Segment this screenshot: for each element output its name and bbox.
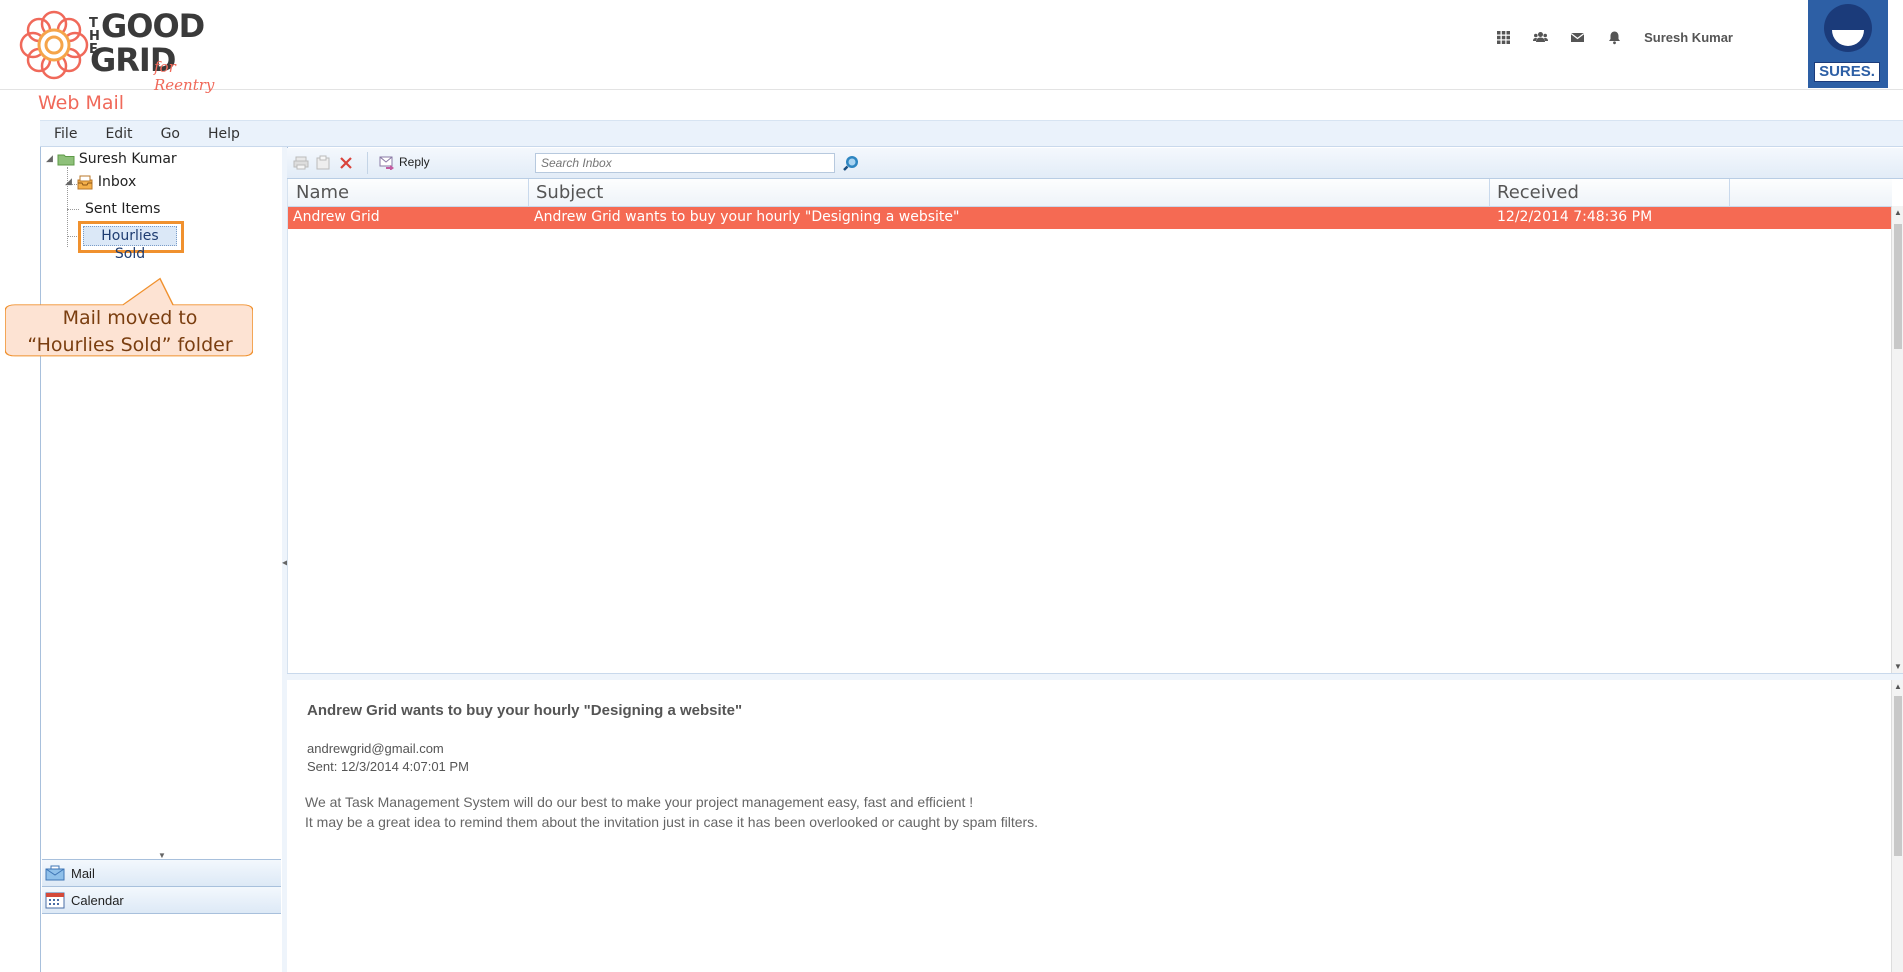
preview-body-line: It may be a great idea to remind them ab… [305,814,1039,830]
sunflower-logo-icon [19,10,89,80]
column-header-subject[interactable]: Subject [536,182,603,203]
search-icon[interactable] [842,154,860,172]
users-icon[interactable] [1533,30,1549,45]
callout-line1: Mail moved to [62,307,198,329]
column-header-name[interactable]: Name [296,182,349,203]
mail-toolbar: Reply [287,148,1903,179]
print-icon[interactable] [293,155,309,171]
menu-edit[interactable]: Edit [91,126,146,142]
scrollbar-thumb[interactable] [1894,696,1902,856]
column-separator[interactable] [528,179,529,206]
scroll-down-arrow-icon[interactable]: ▼ [1894,662,1902,671]
tree-label-sent-items: Sent Items [85,201,161,217]
message-list-scrollbar[interactable]: ▲ ▼ [1891,206,1903,673]
folder-icon [57,154,75,166]
callout-line2: “Hourlies Sold” folder [27,334,233,356]
table-row[interactable]: Andrew Grid Andrew Grid wants to buy you… [288,207,1892,229]
preview-scrollbar[interactable]: ▲ [1891,680,1903,972]
nav-mail-button[interactable]: Mail [42,859,281,887]
mail-nav-icon [45,865,65,881]
column-separator[interactable] [1489,179,1490,206]
logo-tagline: for Reentry [154,58,215,94]
row-subject-cell: Andrew Grid wants to buy your hourly "De… [534,209,960,225]
expand-triangle-icon[interactable]: ◢ [46,154,53,164]
search-inbox-input[interactable] [535,153,835,173]
move-icon[interactable] [315,155,331,171]
reply-button[interactable]: Reply [379,154,430,170]
header-icons: Suresh Kumar [1496,30,1733,45]
inbox-icon [77,175,93,190]
nav-calendar-label: Calendar [71,892,124,908]
tree-label-inbox: Inbox [97,174,137,190]
toolbar-separator [367,152,368,174]
nav-mail-label: Mail [71,865,95,881]
tree-item-inbox[interactable]: ◢ Inbox [65,174,136,190]
nav-calendar-button[interactable]: Calendar [42,886,281,914]
delete-icon[interactable] [338,155,354,171]
grid-icon[interactable] [1496,30,1511,45]
preview-sender-email: andrewgrid@gmail.com [307,741,444,756]
menu-file[interactable]: File [40,126,91,142]
app-header: THE GOOD GRID for Reentry Suresh Kumar S… [0,0,1903,94]
column-separator[interactable] [1729,179,1730,206]
scroll-up-arrow-icon[interactable]: ▲ [1894,682,1902,691]
calendar-icon [45,892,65,909]
tree-item-hourlies-sold-highlight[interactable]: Hourlies Sold [78,221,184,262]
column-header-received[interactable]: Received [1497,182,1579,203]
tree-label-hourlies-sold[interactable]: Hourlies Sold [83,226,177,262]
menu-go[interactable]: Go [147,126,194,142]
message-list-header: Name Subject Received [288,179,1892,207]
preview-body-line: We at Task Management System will do our… [305,794,974,810]
reply-label: Reply [399,155,430,169]
preview-subject: Andrew Grid wants to buy your hourly "De… [307,702,743,719]
reply-icon [379,156,394,170]
user-name[interactable]: Suresh Kumar [1644,30,1733,45]
expand-triangle-icon[interactable]: ◢ [65,177,72,187]
bell-icon[interactable] [1607,30,1622,45]
tree-item-root[interactable]: ◢ Suresh Kumar [46,151,177,167]
message-list: Name Subject Received Andrew Grid Andrew… [287,179,1892,673]
message-preview: Andrew Grid wants to buy your hourly "De… [287,680,1891,972]
good-grid-logo[interactable]: THE GOOD GRID for Reentry [18,7,238,94]
avatar[interactable]: SURES. [1808,0,1888,88]
tree-label-root: Suresh Kumar [78,151,177,167]
row-name-cell: Andrew Grid [293,209,380,225]
scrollbar-thumb[interactable] [1894,224,1902,349]
tree-connector [67,209,79,210]
menu-help[interactable]: Help [194,126,254,142]
avatar-label: SURES. [1814,62,1880,82]
tree-item-sent-items[interactable]: Sent Items [85,201,160,217]
logo-good: GOOD [101,7,205,45]
scroll-up-arrow-icon[interactable]: ▲ [1894,208,1902,217]
menu-bar: File Edit Go Help [40,121,1903,147]
row-received-cell: 12/2/2014 7:48:36 PM [1497,209,1653,225]
mail-icon[interactable] [1570,30,1585,45]
callout-text: Mail moved to “Hourlies Sold” folder [5,305,255,359]
preview-sent-date: Sent: 12/3/2014 4:07:01 PM [307,759,469,774]
page-title: Web Mail [38,92,125,114]
